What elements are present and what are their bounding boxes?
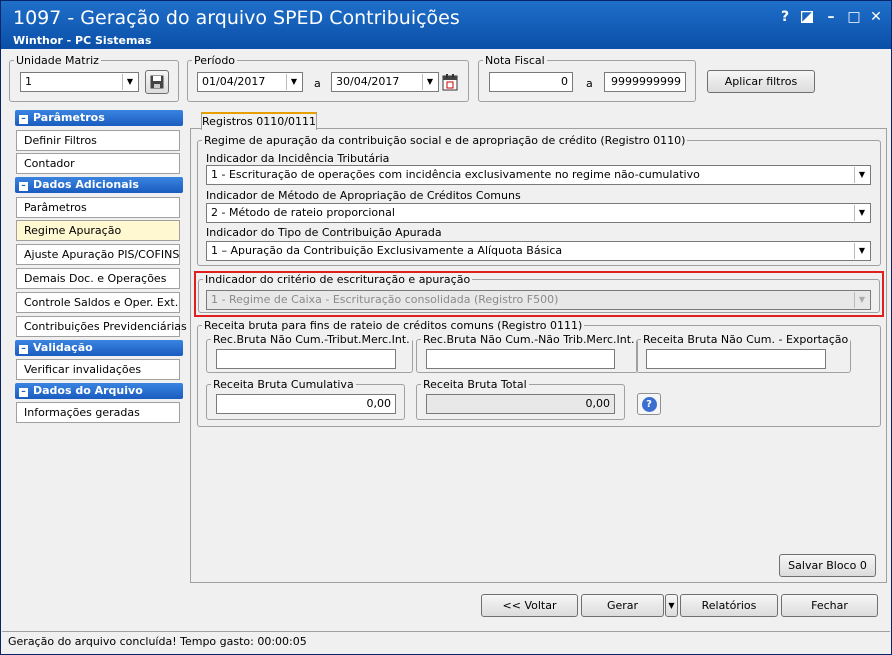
chevron-down-icon: ▼ [854, 243, 869, 259]
sidebar-item-contador[interactable]: Contador [16, 153, 180, 174]
regime-title: Regime de apuração da contribuição socia… [204, 134, 686, 147]
question-icon: ? [641, 397, 657, 412]
help-button[interactable]: ? [637, 393, 661, 415]
salvar-bloco-button[interactable]: Salvar Bloco 0 [779, 554, 876, 577]
f2-label: Rec.Bruta Não Cum.-Não Trib.Merc.Int. [423, 333, 635, 346]
chevron-down-icon: ▼ [422, 74, 437, 90]
section-parametros[interactable]: – Parâmetros [15, 110, 183, 126]
tab-registros[interactable]: Registros 0110/0111 [201, 112, 317, 130]
f4-input[interactable]: 0,00 [216, 394, 396, 414]
metodo-label: Indicador de Método de Apropriação de Cr… [206, 189, 521, 202]
f4-label: Receita Bruta Cumulativa [213, 378, 354, 391]
window-title: 1097 - Geração do arquivo SPED Contribui… [13, 7, 460, 29]
chevron-down-icon: ▼ [854, 205, 869, 221]
nota-separator: a [586, 77, 593, 90]
incidencia-label: Indicador da Incidência Tributária [206, 152, 390, 165]
sidebar-item-demais-doc[interactable]: Demais Doc. e Operações [16, 268, 180, 289]
periodo-separator: a [314, 77, 321, 90]
f1-label: Rec.Bruta Não Cum.-Tribut.Merc.Int. [213, 333, 410, 346]
unidade-label: Unidade Matriz [16, 54, 99, 67]
f5-label: Receita Bruta Total [423, 378, 527, 391]
nota-end-input[interactable]: 9999999999 [604, 72, 686, 92]
criterio-label: Indicador do critério de escrituração e … [205, 273, 471, 286]
collapse-icon: – [19, 115, 28, 124]
f3-input[interactable] [646, 349, 826, 369]
periodo-label: Período [194, 54, 236, 67]
gerar-dropdown-icon[interactable]: ▼ [665, 594, 678, 617]
chevron-down-icon: ▼ [286, 74, 301, 90]
f3-label: Receita Bruta Não Cum. - Exportação [643, 333, 849, 346]
section-validacao[interactable]: – Validação [15, 340, 183, 356]
criterio-select[interactable]: 1 - Regime de Caixa - Escrituração conso… [206, 290, 871, 310]
collapse-icon: – [19, 345, 28, 354]
periodo-start-input[interactable]: 01/04/2017 ▼ [197, 72, 303, 92]
sidebar-item-contribuicoes[interactable]: Contribuições Previdenciárias [16, 316, 187, 337]
sidebar-item-definir-filtros[interactable]: Definir Filtros [16, 130, 180, 151]
sidebar-item-informacoes[interactable]: Informações geradas [16, 402, 180, 423]
receita-title: Receita bruta para fins de rateio de cré… [204, 319, 583, 332]
maximize-icon[interactable]: □ [846, 9, 862, 25]
window-subtitle: Winthor - PC Sistemas [13, 34, 152, 47]
nota-label: Nota Fiscal [485, 54, 545, 67]
tipo-label: Indicador do Tipo de Contribuição Apurad… [206, 226, 442, 239]
title-bar: 1097 - Geração do arquivo SPED Contribui… [1, 1, 891, 49]
main-window: 1097 - Geração do arquivo SPED Contribui… [0, 0, 892, 655]
incidencia-select[interactable]: 1 - Escrituração de operações com incidê… [206, 165, 871, 185]
periodo-end-input[interactable]: 30/04/2017 ▼ [331, 72, 439, 92]
f1-input[interactable] [216, 349, 396, 369]
collapse-icon: – [19, 182, 28, 191]
save-icon[interactable] [145, 70, 169, 94]
chevron-down-icon: ▼ [854, 292, 869, 308]
chevron-down-icon: ▼ [854, 167, 869, 183]
f2-input[interactable] [426, 349, 615, 369]
collapse-icon: – [19, 388, 28, 397]
nota-start-input[interactable]: 0 [489, 72, 573, 92]
apply-filters-button[interactable]: Aplicar filtros [707, 70, 815, 93]
gerar-button[interactable]: Gerar [581, 594, 664, 617]
close-icon[interactable]: ✕ [868, 9, 884, 25]
sidebar-item-parametros[interactable]: Parâmetros [16, 197, 180, 218]
unidade-select[interactable]: 1 ▼ [20, 72, 139, 92]
sidebar-item-regime-apuracao[interactable]: Regime Apuração [16, 220, 180, 241]
minimize-icon[interactable]: – [823, 9, 839, 25]
sidebar-item-verificar[interactable]: Verificar invalidações [16, 359, 180, 380]
status-bar: Geração do arquivo concluída! Tempo gast… [2, 631, 890, 653]
metodo-select[interactable]: 2 - Método de rateio proporcional ▼ [206, 203, 871, 223]
sidebar-item-ajuste-apuracao[interactable]: Ajuste Apuração PIS/COFINS [16, 244, 180, 265]
help-icon[interactable]: ? [777, 9, 793, 25]
voltar-button[interactable]: << Voltar [481, 594, 578, 617]
sidebar-item-controle-saldos[interactable]: Controle Saldos e Oper. Ext. [16, 292, 180, 313]
section-dados-adicionais[interactable]: – Dados Adicionais [15, 177, 183, 193]
restore-icon[interactable] [799, 9, 815, 25]
chevron-down-icon: ▼ [122, 74, 137, 90]
tipo-select[interactable]: 1 – Apuração da Contribuição Exclusivame… [206, 241, 871, 261]
section-dados-arquivo[interactable]: – Dados do Arquivo [15, 383, 183, 399]
f5-input: 0,00 [426, 394, 615, 414]
calendar-icon[interactable] [442, 73, 458, 91]
fechar-button[interactable]: Fechar [781, 594, 878, 617]
relatorios-button[interactable]: Relatórios [680, 594, 778, 617]
